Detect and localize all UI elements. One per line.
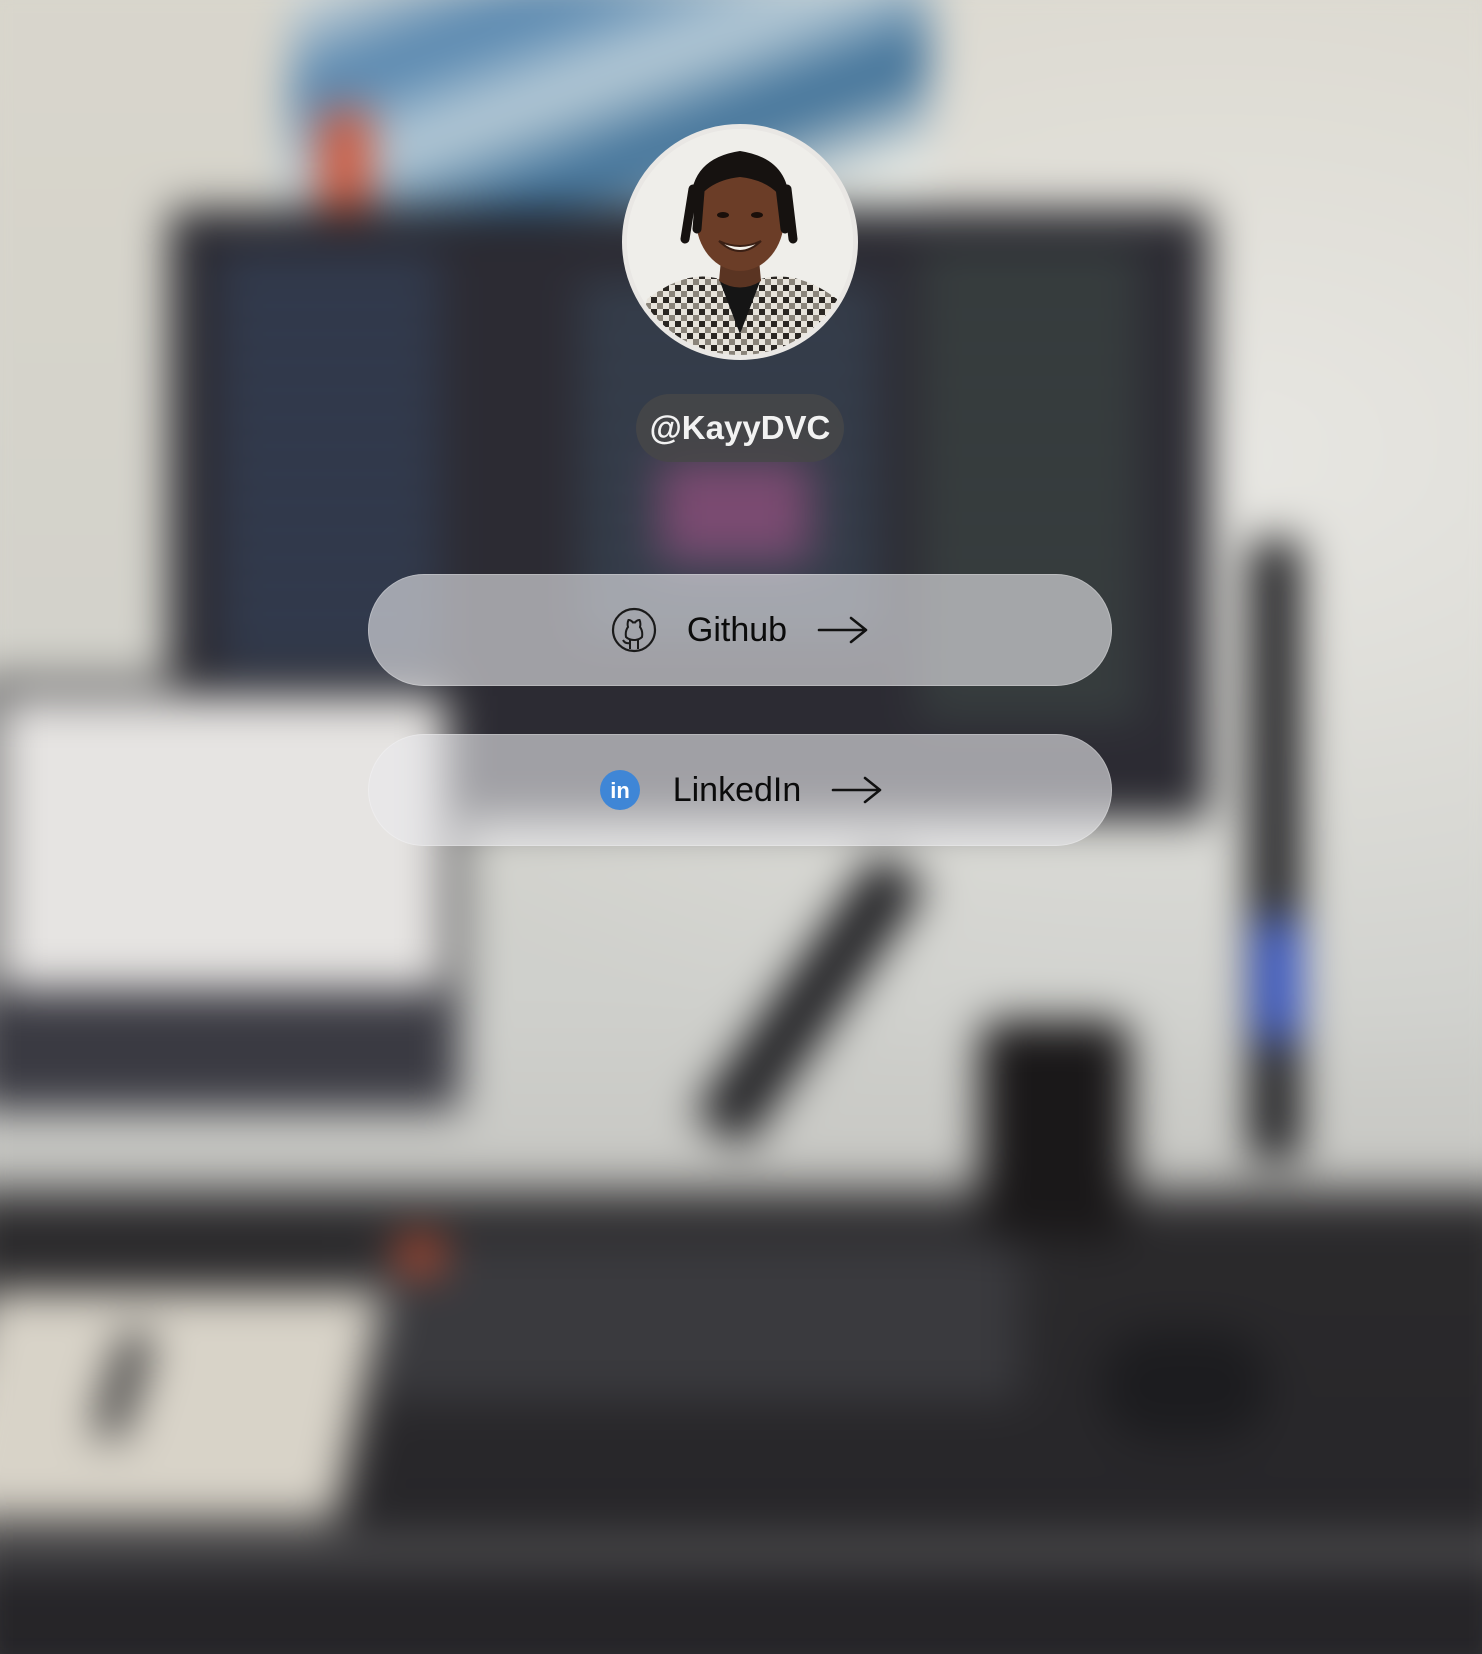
linkedin-link-button[interactable]: in LinkedIn bbox=[368, 734, 1112, 846]
github-link-button[interactable]: Github bbox=[368, 574, 1112, 686]
arrow-right-icon bbox=[831, 775, 883, 805]
svg-text:in: in bbox=[610, 778, 630, 803]
profile-handle: @KayyDVC bbox=[636, 394, 844, 462]
linkedin-link-label: LinkedIn bbox=[672, 770, 802, 809]
linkedin-icon: in bbox=[597, 767, 643, 813]
link-in-bio-page: @KayyDVC Github in LinkedIn bbox=[0, 0, 1482, 1654]
github-link-label: Github bbox=[686, 610, 788, 649]
github-icon bbox=[611, 607, 657, 653]
arrow-right-icon bbox=[817, 615, 869, 645]
profile-avatar bbox=[622, 124, 858, 360]
avatar-portrait bbox=[627, 129, 853, 355]
